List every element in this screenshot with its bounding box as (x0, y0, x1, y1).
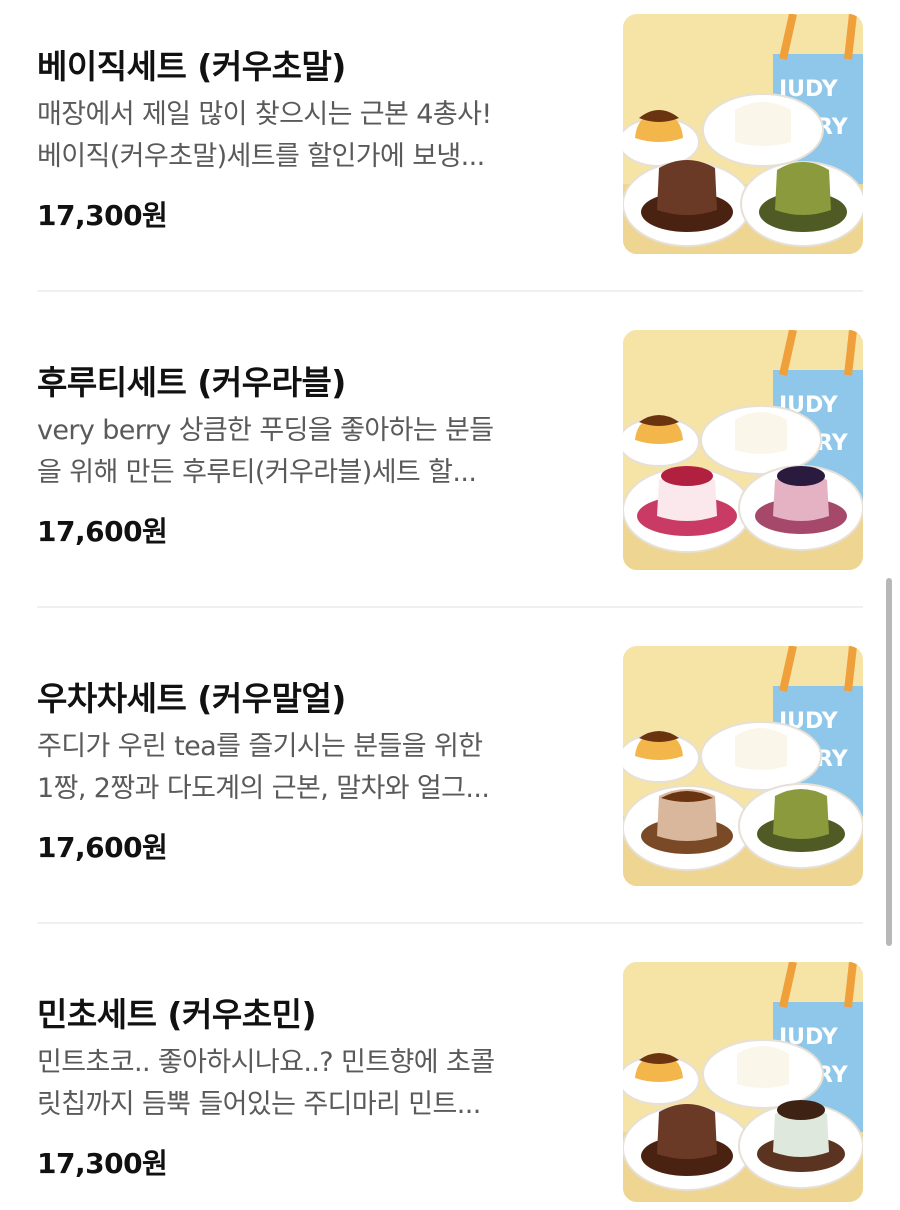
menu-item-name: 후루티세트 (커우라블) (37, 363, 346, 402)
pudding-set-photo[interactable]: JUDY ARY (623, 330, 863, 570)
menu-item-tea-set[interactable]: 우차차세트 (커우말얼) 주디가 우린 tea를 즐기시는 분들을 위한 1짱,… (37, 646, 863, 890)
menu-item-name: 베이직세트 (커우초말) (37, 47, 346, 86)
menu-item-fruity-set[interactable]: 후루티세트 (커우라블) very berry 상큼한 푸딩을 좋아하는 분들 … (37, 330, 863, 574)
menu-item-price: 17,300원 (37, 1147, 168, 1180)
scrollbar[interactable] (886, 578, 892, 946)
menu-item-description: 매장에서 제일 많이 찾으시는 근본 4총사! 베이직(커우초말)세트를 할인가… (37, 94, 597, 178)
menu-item-price: 17,300원 (37, 199, 168, 232)
divider (37, 922, 863, 924)
menu-item-description-line: very berry 상큼한 푸딩을 좋아하는 분들 (37, 415, 494, 446)
menu-item-description-line: 베이직(커우초말)세트를 할인가에 보냉... (37, 141, 485, 172)
menu-item-description-line: 릿칩까지 듬뿍 들어있는 주디마리 민트... (37, 1089, 481, 1120)
pudding-set-photo[interactable]: JUDY ARY (623, 14, 863, 254)
menu-item-name: 우차차세트 (커우말얼) (37, 679, 346, 718)
divider (37, 606, 863, 608)
menu-item-name: 민초세트 (커우초민) (37, 995, 317, 1034)
menu-item-description-line: 을 위해 만든 후루티(커우라블)세트 할... (37, 457, 477, 488)
menu-item-description-line: 1짱, 2짱과 다도계의 근본, 말차와 얼그... (37, 773, 490, 804)
menu-item-description-line: 주디가 우린 tea를 즐기시는 분들을 위한 (37, 731, 483, 762)
menu-item-price: 17,600원 (37, 515, 168, 548)
menu-list: 베이직세트 (커우초말) 매장에서 제일 많이 찾으시는 근본 4총사! 베이직… (0, 0, 900, 1210)
pudding-set-photo[interactable]: JUDY ARY (623, 962, 863, 1202)
menu-item-description-line: 민트초코.. 좋아하시나요..? 민트향에 초콜 (37, 1047, 495, 1078)
pudding-set-photo[interactable]: JUDY ARY (623, 646, 863, 886)
menu-item-basic-set[interactable]: 베이직세트 (커우초말) 매장에서 제일 많이 찾으시는 근본 4총사! 베이직… (37, 14, 863, 258)
divider (37, 290, 863, 292)
menu-item-price: 17,600원 (37, 831, 168, 864)
menu-item-description-line: 매장에서 제일 많이 찾으시는 근본 4총사! (37, 99, 492, 130)
menu-item-description: 민트초코.. 좋아하시나요..? 민트향에 초콜 릿칩까지 듬뿍 들어있는 주디… (37, 1042, 597, 1126)
menu-item-description: 주디가 우린 tea를 즐기시는 분들을 위한 1짱, 2짱과 다도계의 근본,… (37, 726, 597, 810)
menu-item-description: very berry 상큼한 푸딩을 좋아하는 분들 을 위해 만든 후루티(커… (37, 410, 597, 494)
menu-item-mint-choco-set[interactable]: 민초세트 (커우초민) 민트초코.. 좋아하시나요..? 민트향에 초콜 릿칩까… (37, 962, 863, 1206)
